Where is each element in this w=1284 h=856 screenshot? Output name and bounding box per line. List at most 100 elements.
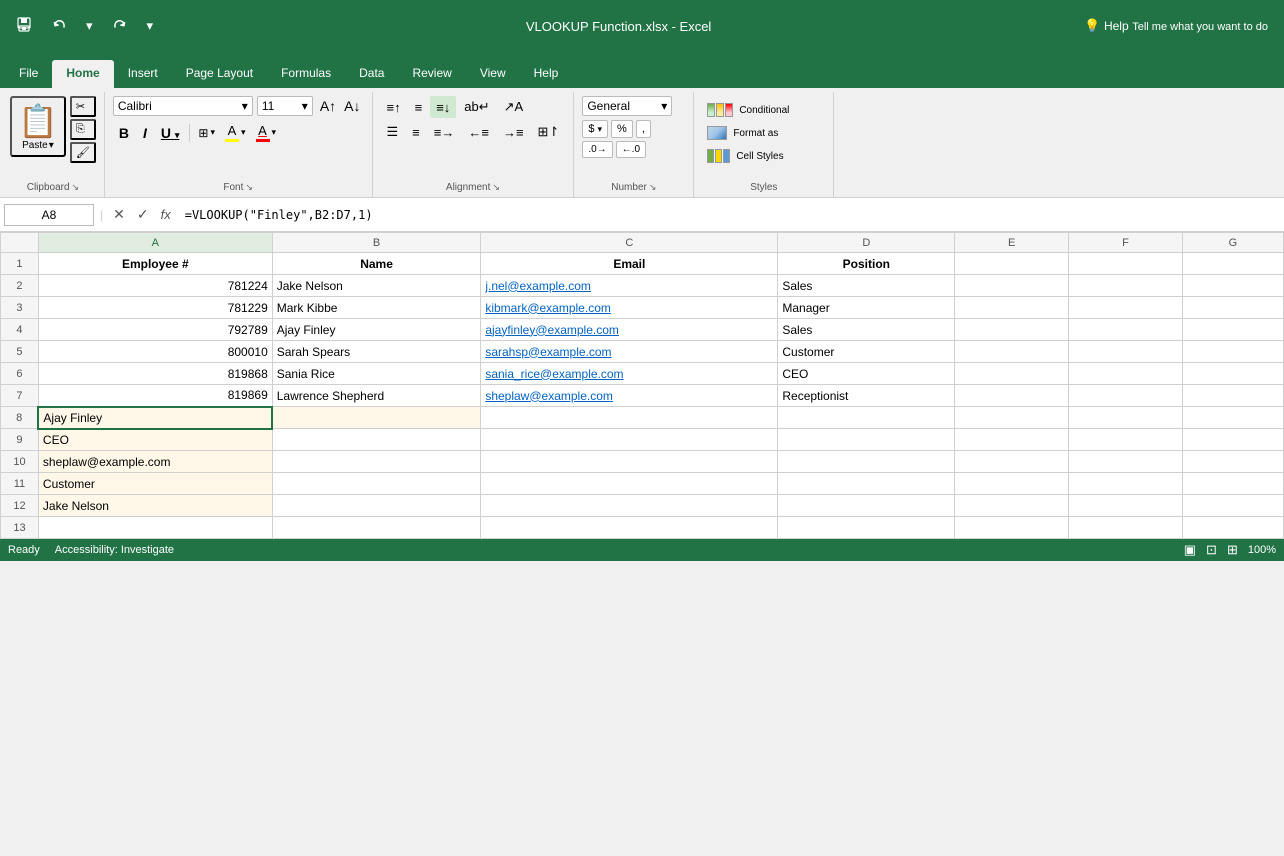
cell[interactable] bbox=[1069, 319, 1183, 341]
orientation-button[interactable]: ↗A bbox=[498, 96, 530, 118]
align-bottom-button[interactable]: ≡↓ bbox=[430, 96, 456, 118]
cell[interactable]: j.nel@example.com bbox=[481, 275, 778, 297]
tab-data[interactable]: Data bbox=[345, 60, 398, 88]
wrap-text-button[interactable]: ab↵ bbox=[458, 96, 495, 118]
cell[interactable]: CEO bbox=[38, 429, 272, 451]
col-header-D[interactable]: D bbox=[778, 233, 955, 253]
cell[interactable] bbox=[272, 451, 481, 473]
tab-insert[interactable]: Insert bbox=[114, 60, 172, 88]
cell[interactable] bbox=[1182, 495, 1283, 517]
col-header-E[interactable]: E bbox=[955, 233, 1069, 253]
font-color-button[interactable]: A ▾ bbox=[252, 121, 281, 144]
cell[interactable]: 819869 bbox=[38, 385, 272, 407]
cut-button[interactable]: ✂ bbox=[70, 96, 96, 117]
cell[interactable] bbox=[1069, 517, 1183, 539]
cell[interactable] bbox=[955, 297, 1069, 319]
increase-decimal-button[interactable]: .0→ bbox=[582, 141, 612, 158]
cell[interactable]: CEO bbox=[778, 363, 955, 385]
cell[interactable]: sania_rice@example.com bbox=[481, 363, 778, 385]
cell[interactable]: Manager bbox=[778, 297, 955, 319]
cell[interactable] bbox=[778, 473, 955, 495]
cell[interactable]: Sarah Spears bbox=[272, 341, 481, 363]
tab-help[interactable]: Help bbox=[520, 60, 573, 88]
cell[interactable] bbox=[1182, 253, 1283, 275]
decrease-indent-button[interactable]: ←≡ bbox=[462, 121, 495, 143]
italic-button[interactable]: I bbox=[137, 123, 153, 143]
cell[interactable]: 781229 bbox=[38, 297, 272, 319]
cell[interactable] bbox=[1182, 297, 1283, 319]
cell[interactable]: Customer bbox=[778, 341, 955, 363]
cell[interactable] bbox=[481, 407, 778, 429]
bold-button[interactable]: B bbox=[113, 123, 135, 143]
conditional-formatting-button[interactable]: Conditional bbox=[702, 100, 825, 120]
cell[interactable] bbox=[778, 517, 955, 539]
cell[interactable]: Sales bbox=[778, 319, 955, 341]
number-expand-button[interactable]: ↘ bbox=[649, 182, 657, 193]
cell[interactable] bbox=[1069, 385, 1183, 407]
cell[interactable] bbox=[955, 275, 1069, 297]
cell[interactable]: 800010 bbox=[38, 341, 272, 363]
underline-button[interactable]: U ▾ bbox=[155, 123, 186, 143]
increase-indent-button[interactable]: →≡ bbox=[497, 121, 530, 143]
cell[interactable] bbox=[955, 473, 1069, 495]
cell[interactable] bbox=[481, 429, 778, 451]
cell[interactable]: Employee # bbox=[38, 253, 272, 275]
undo-dropdown-button[interactable]: ▾ bbox=[80, 14, 99, 38]
undo-button[interactable] bbox=[46, 14, 72, 39]
cell[interactable]: Customer bbox=[38, 473, 272, 495]
format-as-table-button[interactable]: Format as bbox=[702, 123, 825, 143]
cell[interactable]: Receptionist bbox=[778, 385, 955, 407]
increase-font-size-button[interactable]: A↑ bbox=[317, 98, 339, 114]
number-format-dropdown[interactable]: General ▾ bbox=[582, 96, 672, 116]
cell[interactable] bbox=[1182, 473, 1283, 495]
col-header-F[interactable]: F bbox=[1069, 233, 1183, 253]
cell[interactable] bbox=[1069, 473, 1183, 495]
borders-button[interactable]: ⊞ ▾ bbox=[194, 124, 219, 142]
redo-button[interactable] bbox=[107, 14, 133, 39]
cell[interactable] bbox=[955, 253, 1069, 275]
cell[interactable]: Ajay Finley bbox=[38, 407, 272, 429]
cell[interactable] bbox=[481, 495, 778, 517]
cell[interactable] bbox=[955, 407, 1069, 429]
cell[interactable]: 781224 bbox=[38, 275, 272, 297]
cell[interactable]: sheplaw@example.com bbox=[481, 385, 778, 407]
cell-styles-button[interactable]: Cell Styles bbox=[702, 146, 825, 166]
cell[interactable] bbox=[1182, 385, 1283, 407]
currency-button[interactable]: $ ▾ bbox=[582, 120, 608, 138]
cell[interactable]: Lawrence Shepherd bbox=[272, 385, 481, 407]
col-header-C[interactable]: C bbox=[481, 233, 778, 253]
align-top-button[interactable]: ≡↑ bbox=[381, 96, 407, 118]
customize-qat-button[interactable]: ▾ bbox=[141, 14, 160, 38]
cell[interactable] bbox=[272, 429, 481, 451]
font-name-dropdown[interactable]: Calibri ▾ bbox=[113, 96, 253, 116]
col-header-A[interactable]: A bbox=[38, 233, 272, 253]
cell[interactable] bbox=[955, 319, 1069, 341]
cell[interactable] bbox=[778, 451, 955, 473]
font-expand-button[interactable]: ↘ bbox=[245, 182, 253, 193]
cell[interactable] bbox=[481, 473, 778, 495]
cell[interactable] bbox=[38, 517, 272, 539]
cell[interactable] bbox=[955, 517, 1069, 539]
cell[interactable] bbox=[1182, 275, 1283, 297]
align-right-button[interactable]: ≡→ bbox=[428, 121, 461, 143]
formula-cancel-button[interactable]: ✕ bbox=[109, 204, 129, 225]
cell[interactable] bbox=[955, 363, 1069, 385]
alignment-expand-button[interactable]: ↘ bbox=[492, 182, 500, 193]
cell[interactable]: Position bbox=[778, 253, 955, 275]
cell[interactable] bbox=[272, 517, 481, 539]
tab-review[interactable]: Review bbox=[398, 60, 465, 88]
cell[interactable]: 819868 bbox=[38, 363, 272, 385]
cell[interactable] bbox=[481, 451, 778, 473]
page-layout-view-button[interactable]: ⊡ bbox=[1206, 542, 1217, 558]
cell[interactable] bbox=[1182, 429, 1283, 451]
cell[interactable] bbox=[1069, 275, 1183, 297]
cell[interactable] bbox=[1182, 451, 1283, 473]
cell[interactable]: kibmark@example.com bbox=[481, 297, 778, 319]
cell[interactable]: Jake Nelson bbox=[38, 495, 272, 517]
normal-view-button[interactable]: ▣ bbox=[1184, 542, 1196, 558]
decrease-font-size-button[interactable]: A↓ bbox=[341, 98, 363, 114]
cell[interactable] bbox=[1182, 319, 1283, 341]
tab-view[interactable]: View bbox=[466, 60, 520, 88]
cell[interactable] bbox=[1069, 407, 1183, 429]
formula-confirm-button[interactable]: ✓ bbox=[133, 204, 153, 225]
